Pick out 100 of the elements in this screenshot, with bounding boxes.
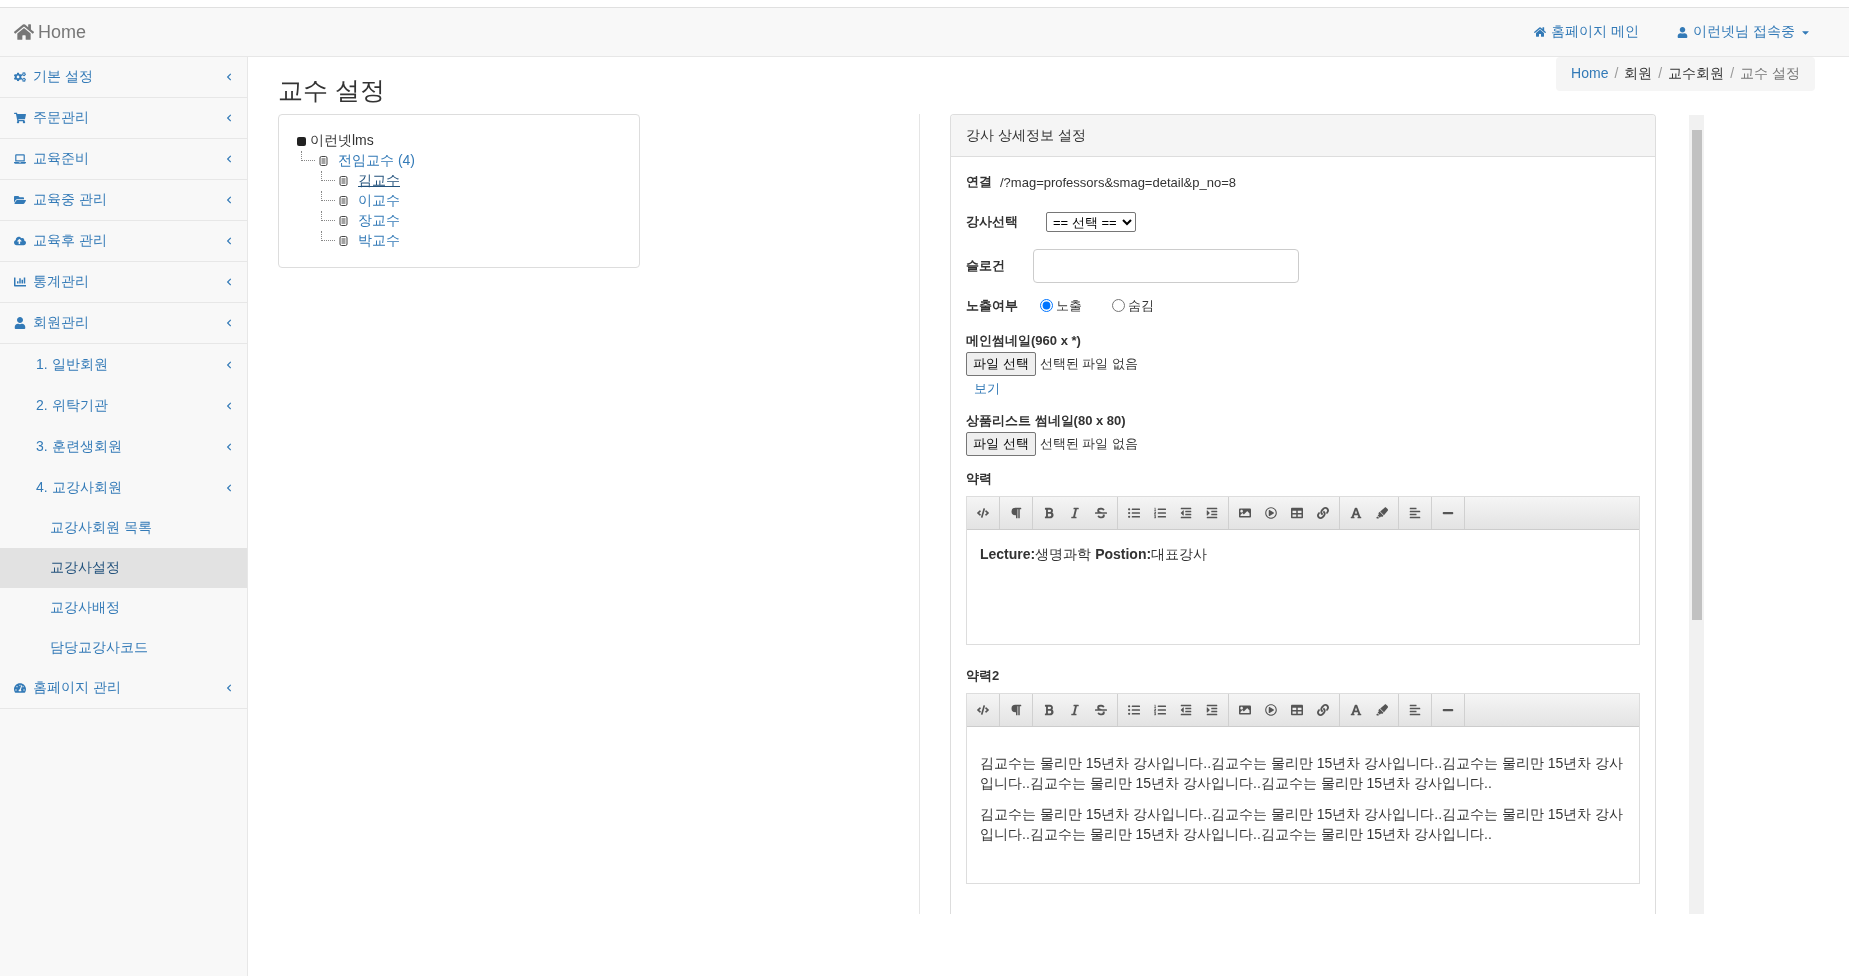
field-label: 슬로건: [966, 257, 1005, 275]
sidebar-item[interactable]: 1. 일반회원: [0, 344, 247, 385]
sidebar-item[interactable]: 교육준비: [0, 139, 247, 180]
field-label: 연결: [966, 173, 992, 191]
chevron-icon: [225, 196, 233, 204]
breadcrumb-separator: /: [1658, 65, 1663, 83]
chevron-icon: [225, 684, 233, 692]
paragraph-icon: [1010, 704, 1022, 716]
sidebar-item[interactable]: 3. 훈련생회원: [0, 426, 247, 467]
cloud-icon: [14, 235, 26, 247]
chevron-icon: [225, 155, 233, 163]
chart-icon: [14, 276, 26, 288]
image-icon: [1239, 507, 1251, 519]
tree-node[interactable]: 전임교수 (4): [338, 152, 415, 170]
user-menu[interactable]: 이런넷님 접속중: [1677, 23, 1811, 41]
chevron-icon: [225, 114, 233, 122]
document-icon: [339, 196, 348, 206]
sidebar-item[interactable]: 교강사배정: [0, 588, 247, 628]
tree-node[interactable]: 이교수: [358, 192, 400, 210]
code-icon: [977, 507, 989, 519]
sidebar-item[interactable]: 교육중 관리: [0, 180, 247, 221]
document-icon: [339, 236, 348, 246]
sidebar-item[interactable]: 담당교강사코드: [0, 628, 247, 668]
rich-text-editor[interactable]: Lecture:생명과학 Postion:대표강사: [966, 496, 1640, 645]
sidebar-item[interactable]: 교강사회원 목록: [0, 508, 247, 548]
user-icon: [14, 317, 26, 329]
link-url: /?mag=professors&smag=detail&p_no=8: [1000, 174, 1236, 190]
document-icon: [339, 176, 348, 186]
breadcrumb-item[interactable]: Home: [1571, 65, 1609, 83]
file-select-button[interactable]: 파일 선택: [966, 352, 1036, 376]
editor-paragraph: 김교수는 물리만 15년차 강사입니다..김교수는 물리만 15년차 강사입니다..김교수는 물리만 15년차 강사입니다..김교수는 물리만 15년차 강사입니다..김교수는 물리만 15년차 강사입니다..: [980, 754, 1625, 794]
italic-icon: [1069, 704, 1081, 716]
scrollbar[interactable]: [1689, 115, 1704, 914]
link-icon: [1317, 704, 1329, 716]
radio-label: 노출: [1056, 296, 1082, 315]
video-icon: [1265, 507, 1277, 519]
sidebar-item[interactable]: 교강사설정: [0, 548, 247, 588]
root-icon: [297, 136, 306, 146]
house-icon: [14, 22, 34, 42]
align-left-icon: [1409, 507, 1421, 519]
laptop-icon: [14, 153, 26, 165]
field-label: 약력: [966, 470, 993, 488]
text-color-icon: [1350, 507, 1362, 519]
tree-root[interactable]: 이런넷lms: [310, 132, 374, 150]
outdent-icon: [1180, 704, 1192, 716]
sidebar-item[interactable]: 주문관리: [0, 98, 247, 139]
bullet-list-icon: [1128, 704, 1140, 716]
breadcrumb-item: 교수 설정: [1740, 65, 1800, 83]
numbered-list-icon: [1154, 704, 1166, 716]
chevron-icon: [225, 442, 233, 451]
tree-node[interactable]: 장교수: [358, 212, 400, 230]
home-link[interactable]: Home: [14, 21, 86, 43]
code-icon: [977, 704, 989, 716]
radio-button[interactable]: [1112, 299, 1125, 313]
link-icon: [1317, 507, 1329, 519]
page-title: 교수 설정: [278, 75, 385, 106]
instructor-select[interactable]: == 선택 ==: [1046, 212, 1136, 232]
slogan-input[interactable]: [1033, 249, 1299, 283]
radio-label: 숨김: [1128, 296, 1154, 315]
numbered-list-icon: [1154, 507, 1166, 519]
sidebar-item[interactable]: 4. 교강사회원: [0, 467, 247, 508]
sidebar-item[interactable]: 2. 위탁기관: [0, 385, 247, 426]
outdent-icon: [1180, 507, 1192, 519]
indent-icon: [1206, 507, 1218, 519]
document-icon: [319, 156, 328, 166]
breadcrumb-separator: /: [1730, 65, 1735, 83]
sidebar-item[interactable]: 교육후 관리: [0, 221, 247, 262]
sidebar-item[interactable]: 홈페이지 관리: [0, 668, 247, 709]
breadcrumb-item: 교수회원: [1668, 65, 1725, 83]
file-status: 선택된 파일 없음: [1039, 355, 1138, 373]
tree-node[interactable]: 김교수: [358, 172, 400, 190]
editor-paragraph: Lecture:생명과학 Postion:대표강사: [980, 545, 1209, 564]
chevron-icon: [225, 278, 233, 286]
image-icon: [1239, 704, 1251, 716]
table-icon: [1291, 507, 1303, 519]
cart-icon: [14, 112, 26, 124]
view-link[interactable]: 보기: [966, 380, 1640, 398]
strikethrough-icon: [1095, 507, 1107, 519]
strikethrough-icon: [1095, 704, 1107, 716]
document-icon: [339, 216, 348, 226]
sidebar-item[interactable]: 통계관리: [0, 262, 247, 303]
tree-node[interactable]: 박교수: [358, 232, 400, 250]
chevron-icon: [225, 483, 233, 492]
indent-icon: [1206, 704, 1218, 716]
user-icon: [1677, 26, 1689, 38]
sidebar-item[interactable]: 기본 설정: [0, 57, 247, 98]
rich-text-editor[interactable]: [966, 693, 1640, 884]
highlight-icon: [1376, 704, 1388, 716]
house-icon: [1534, 26, 1547, 38]
chevron-icon: [225, 73, 233, 81]
file-select-button[interactable]: 파일 선택: [966, 432, 1036, 456]
panel-title: 강사 상세정보 설정: [951, 115, 1655, 157]
radio-button[interactable]: [1040, 299, 1053, 313]
folder-icon: [14, 194, 26, 206]
gauge-icon: [14, 682, 26, 694]
field-label: 노출여부: [966, 297, 1018, 315]
chevron-icon: [225, 360, 233, 369]
sidebar-item[interactable]: 회원관리: [0, 303, 247, 344]
homepage-link[interactable]: 홈페이지 메인: [1534, 23, 1640, 41]
field-label: 강사선택: [966, 213, 1018, 231]
